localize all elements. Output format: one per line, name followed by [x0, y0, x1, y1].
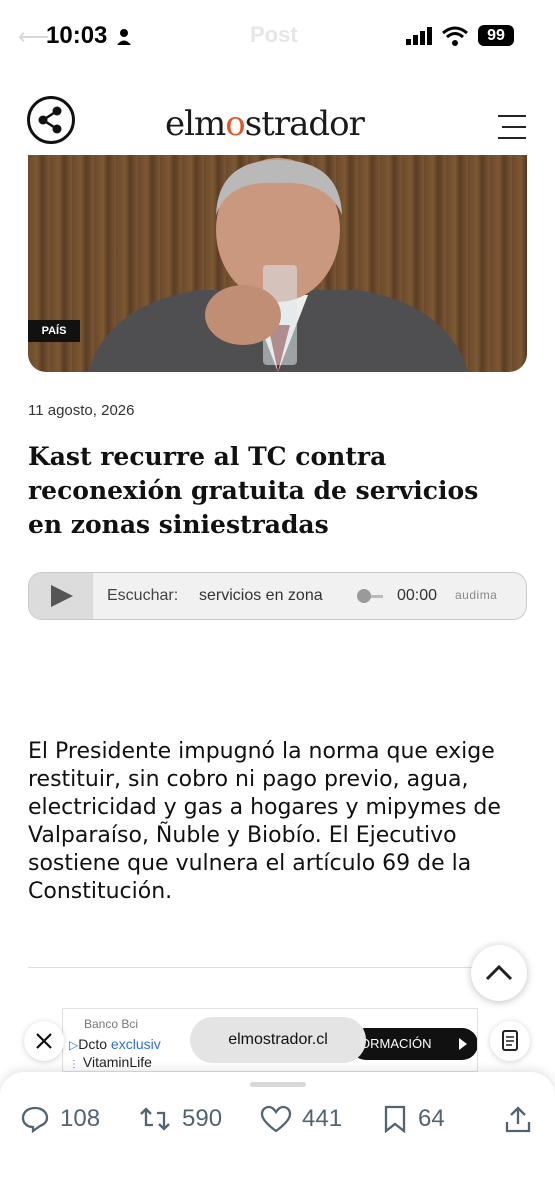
- playback-time: 00:00: [397, 587, 438, 604]
- ad-close-button[interactable]: [24, 1021, 64, 1061]
- scroll-to-top-button[interactable]: [471, 945, 527, 1001]
- reply-icon: [21, 1106, 49, 1133]
- cellular-signal-icon: [406, 27, 432, 45]
- share-icon: [38, 106, 62, 134]
- status-time: 10:03: [46, 22, 108, 49]
- article-lead: El Presidente impugnó la norma que exige…: [28, 739, 501, 904]
- reply-button[interactable]: 108: [20, 1104, 100, 1134]
- logo-text-end: strador: [244, 104, 365, 144]
- close-icon: [36, 1033, 52, 1049]
- site-logo[interactable]: elmostrador: [165, 104, 365, 144]
- progress-knob[interactable]: [357, 589, 371, 603]
- play-button[interactable]: [29, 573, 93, 619]
- audio-player: Escuchar: servicios en zona 00:00 audima: [28, 572, 527, 620]
- ad-info-icon: ⋮: [69, 1059, 79, 1070]
- reply-count: 108: [60, 1105, 101, 1132]
- sheet-grabber[interactable]: [250, 1082, 306, 1087]
- ad-line-1: ▷Dcto exclusiv: [69, 1036, 161, 1052]
- ad-line1-prefix: Dcto: [78, 1036, 111, 1052]
- hero-photo[interactable]: [28, 155, 527, 372]
- menu-line: [498, 137, 526, 139]
- listen-title: servicios en zona: [199, 587, 323, 604]
- bookmark-count: 64: [418, 1105, 445, 1132]
- status-bar: ⟵ 10:03 Post 99: [0, 0, 555, 70]
- listen-label: Escuchar:: [107, 587, 179, 604]
- bookmark-icon: [384, 1105, 406, 1133]
- ad-line-2: ⋮ VitaminLife: [69, 1054, 152, 1070]
- caret-right-icon: [459, 1038, 467, 1050]
- post-actions-sheet: 108 590 441 64: [0, 1072, 555, 1200]
- browser-url-pill[interactable]: elmostrador.cl: [190, 1017, 366, 1063]
- share-button[interactable]: [27, 96, 75, 144]
- reader-mode-button[interactable]: [490, 1021, 530, 1061]
- back-arrow-faded-icon: ⟵: [18, 24, 50, 49]
- battery-indicator: 99: [478, 25, 514, 46]
- ad-line2-text: VitaminLife: [82, 1054, 152, 1070]
- article-date: 11 agosto, 2026: [28, 402, 135, 419]
- reader-icon: [502, 1030, 518, 1051]
- ad-cta-button[interactable]: ORMACIÓN: [350, 1028, 477, 1060]
- ad-sponsor: Banco Bci: [84, 1017, 139, 1031]
- heart-icon: [260, 1105, 292, 1133]
- person-icon: [117, 29, 131, 45]
- wifi-icon: [442, 26, 468, 46]
- play-icon: [51, 585, 73, 607]
- chevron-up-icon: [485, 964, 513, 981]
- menu-line: [498, 115, 526, 117]
- repost-icon: [140, 1107, 170, 1131]
- bookmark-button[interactable]: 64: [382, 1104, 445, 1134]
- like-count: 441: [302, 1105, 343, 1132]
- section-tag[interactable]: PAÍS: [28, 320, 80, 342]
- divider: [28, 967, 525, 968]
- player-brand: audima: [455, 588, 498, 602]
- logo-text-start: elm: [165, 104, 226, 144]
- share-post-button[interactable]: [504, 1104, 532, 1134]
- like-button[interactable]: 441: [260, 1104, 342, 1134]
- portrait-image: [88, 158, 468, 372]
- repost-count: 590: [182, 1105, 223, 1132]
- menu-button[interactable]: [498, 115, 528, 141]
- ad-choices-icon: ▷: [69, 1038, 79, 1052]
- menu-line: [502, 126, 526, 128]
- logo-accent-letter: o: [225, 104, 246, 144]
- upload-share-icon: [505, 1106, 531, 1133]
- faded-post-title: Post: [250, 22, 298, 47]
- repost-button[interactable]: 590: [138, 1104, 222, 1134]
- article-headline: Kast recurre al TC contra reconexión gra…: [28, 442, 479, 539]
- ad-line1-highlight: exclusiv: [110, 1036, 161, 1052]
